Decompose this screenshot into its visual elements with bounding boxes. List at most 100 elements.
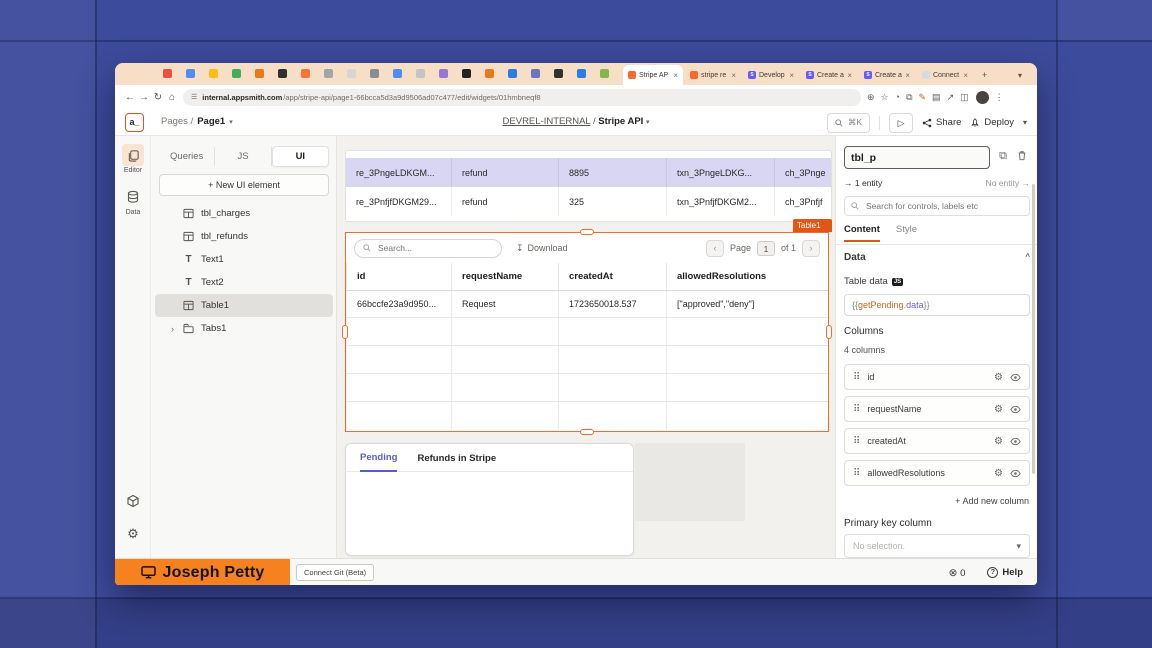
pinned-tabs[interactable]	[163, 69, 609, 78]
delete-widget-icon[interactable]	[1017, 150, 1027, 161]
home-icon[interactable]: ⌂	[165, 92, 179, 103]
pinned-tab-favicon[interactable]	[186, 69, 195, 78]
collapse-chevron-icon[interactable]: ^	[1025, 252, 1030, 263]
column-visibility-eye-icon[interactable]	[1010, 469, 1021, 478]
pinned-tab-favicon[interactable]	[554, 69, 563, 78]
pinned-tab-favicon[interactable]	[577, 69, 586, 78]
profile-avatar[interactable]	[976, 91, 989, 104]
browser-menu-kebab-icon[interactable]: ⋮	[995, 92, 1004, 103]
share-button[interactable]: Share	[922, 117, 961, 128]
deploy-menu-chevron-icon[interactable]: ▾	[1023, 118, 1027, 127]
resize-handle-left[interactable]	[342, 325, 348, 339]
forward-icon[interactable]: →	[137, 92, 151, 103]
column-card-id[interactable]: ⠿ id ⚙	[844, 364, 1030, 390]
connect-git-button[interactable]: Connect Git (Beta)	[296, 564, 374, 581]
table-search-input[interactable]	[376, 242, 476, 254]
tab-ui[interactable]: UI	[272, 146, 329, 167]
tab-queries[interactable]: Queries	[159, 147, 215, 166]
column-card-requestname[interactable]: ⠿ requestName ⚙	[844, 396, 1030, 422]
pinned-tab-favicon[interactable]	[232, 69, 241, 78]
column-settings-gear-icon[interactable]: ⚙	[994, 436, 1003, 447]
pinned-tab-favicon[interactable]	[278, 69, 287, 78]
browser-tab-develop[interactable]: S Develop ×	[743, 65, 799, 85]
rail-item-libraries[interactable]	[115, 494, 151, 508]
drag-handle-icon[interactable]: ⠿	[853, 436, 860, 447]
cell[interactable]: txn_3PngeLDKG...	[666, 158, 774, 187]
incoming-entities-link[interactable]: → 1 entity	[844, 178, 882, 188]
pinned-tab-favicon[interactable]	[462, 69, 471, 78]
url-bar[interactable]: ☰ internal.appsmith.com/app/stripe-api/p…	[183, 89, 861, 106]
extension-icon[interactable]: ⧉	[906, 92, 912, 103]
pinned-tab-favicon[interactable]	[531, 69, 540, 78]
widget-item-tbl-refunds[interactable]: tbl_refunds	[155, 225, 333, 248]
selected-widget-badge[interactable]: Table1	[793, 219, 832, 232]
back-icon[interactable]: ←	[123, 92, 137, 103]
extension-pencil-icon[interactable]: ✎	[919, 92, 927, 103]
site-settings-icon[interactable]: ☰	[191, 93, 197, 101]
tab-close-icon[interactable]: ×	[673, 71, 678, 80]
column-settings-gear-icon[interactable]: ⚙	[994, 468, 1003, 479]
outgoing-entities-link[interactable]: No entity →	[986, 178, 1030, 188]
run-button[interactable]: ▷	[889, 113, 913, 133]
resize-handle-right[interactable]	[826, 325, 832, 339]
widget-item-text1[interactable]: T Text1	[155, 248, 333, 271]
table-row-selected[interactable]: re_3PngeLDKGM... refund 8895 txn_3PngeLD…	[346, 158, 831, 187]
column-header[interactable]: createdAt	[558, 263, 666, 290]
column-card-createdat[interactable]: ⠿ createdAt ⚙	[844, 428, 1030, 454]
pinned-tab-favicon[interactable]	[439, 69, 448, 78]
column-visibility-eye-icon[interactable]	[1010, 405, 1021, 414]
primary-key-dropdown[interactable]: No selection. ▾	[844, 534, 1030, 558]
pinned-tab-favicon[interactable]	[255, 69, 264, 78]
download-button[interactable]: ↧ Download	[516, 243, 568, 254]
column-card-allowedresolutions[interactable]: ⠿ allowedResolutions ⚙	[844, 460, 1030, 486]
browser-tab-stripe-api[interactable]: Stripe AP ×	[623, 65, 683, 85]
extension-icon[interactable]: ◫	[960, 92, 969, 103]
pinned-tab-favicon[interactable]	[324, 69, 333, 78]
widget-item-tbl-charges[interactable]: tbl_charges	[155, 202, 333, 225]
cell[interactable]: ch_3Pnge	[774, 158, 831, 187]
property-search[interactable]	[844, 196, 1030, 216]
next-page-button[interactable]: ›	[802, 240, 820, 257]
rail-item-data[interactable]: Data	[115, 186, 151, 216]
cell[interactable]: 1723650018.537	[558, 291, 666, 317]
rail-item-editor[interactable]: Editor	[115, 144, 151, 174]
column-header[interactable]: id	[346, 263, 451, 290]
table1-search[interactable]	[354, 239, 502, 258]
tab-close-icon[interactable]: ×	[789, 71, 794, 80]
tab-close-icon[interactable]: ×	[963, 71, 968, 80]
cell[interactable]: Request	[451, 291, 558, 317]
column-settings-gear-icon[interactable]: ⚙	[994, 404, 1003, 415]
browser-tab-stripe-re[interactable]: stripe re ×	[685, 65, 741, 85]
pinned-tab-favicon[interactable]	[416, 69, 425, 78]
settings-gear-icon[interactable]: ⚙	[115, 526, 151, 542]
widget-item-table1[interactable]: Table1	[155, 294, 333, 317]
chevron-down-icon[interactable]: ▾	[646, 119, 650, 126]
extension-icon[interactable]: ▤	[932, 92, 941, 103]
page-number[interactable]: 1	[757, 241, 775, 256]
workspace-name[interactable]: DEVREL-INTERNAL	[503, 116, 591, 127]
column-settings-gear-icon[interactable]: ⚙	[994, 372, 1003, 383]
cell[interactable]: 66bccfe23a9d950...	[346, 291, 451, 317]
new-tab-button[interactable]: +	[977, 65, 993, 85]
expand-chevron-icon[interactable]: ›	[171, 324, 174, 334]
pinned-tab-favicon[interactable]	[209, 69, 218, 78]
table-row[interactable]: 66bccfe23a9d950... Request 1723650018.53…	[346, 291, 828, 318]
zoom-icon[interactable]: ⊕	[867, 92, 875, 103]
drag-handle-icon[interactable]: ⠿	[853, 404, 860, 415]
pinned-tab-favicon[interactable]	[485, 69, 494, 78]
pinned-tab-favicon[interactable]	[163, 69, 172, 78]
drag-handle-icon[interactable]: ⠿	[853, 372, 860, 383]
extension-icon[interactable]: ↗	[947, 92, 955, 103]
cell[interactable]: txn_3PnfjfDKGM2...	[666, 187, 774, 216]
tab-pending[interactable]: Pending	[360, 452, 397, 472]
pinned-tab-favicon[interactable]	[347, 69, 356, 78]
pinned-tab-favicon[interactable]	[393, 69, 402, 78]
error-counter[interactable]: ⊗ 0	[949, 567, 966, 579]
deploy-button[interactable]: Deploy	[970, 117, 1014, 128]
pinned-tab-favicon[interactable]	[600, 69, 609, 78]
cell[interactable]: refund	[451, 158, 558, 187]
cell[interactable]: ["approved","deny"]	[666, 291, 828, 317]
add-new-column-button[interactable]: + Add new column	[955, 496, 1029, 506]
cell[interactable]: 8895	[558, 158, 666, 187]
pane-scrollbar[interactable]	[1032, 184, 1035, 474]
